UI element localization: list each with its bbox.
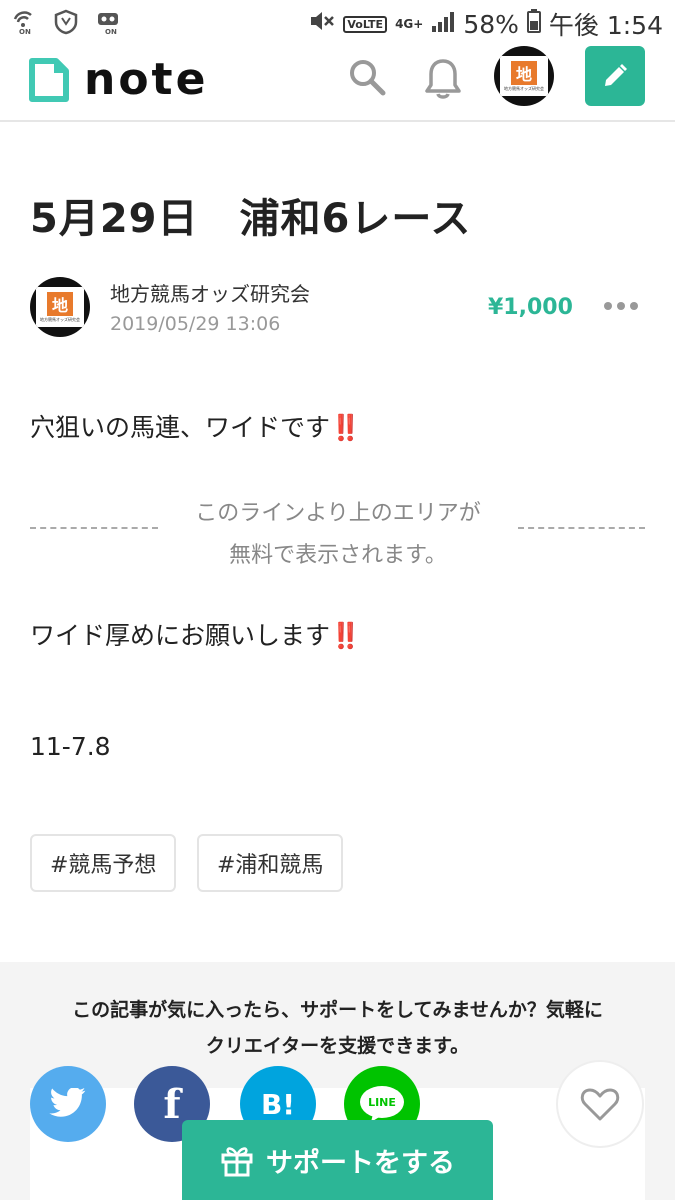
twitter-icon xyxy=(49,1088,86,1117)
hatena-bookmark-icon: B! xyxy=(260,1087,296,1121)
article-price: ¥1,000 xyxy=(488,295,573,320)
bell-icon[interactable] xyxy=(422,56,464,102)
mute-icon xyxy=(309,9,335,39)
support-button[interactable]: サポートをする xyxy=(182,1120,493,1200)
status-badge-2: ON xyxy=(105,28,117,35)
free-area-notice: このラインより上のエリアが 無料で表示されます。 xyxy=(160,493,516,577)
double-exclamation-icon: ‼️ xyxy=(330,621,362,650)
like-button[interactable] xyxy=(556,1060,644,1148)
article-title: 5月29日 浦和6レース xyxy=(30,196,472,242)
signal-icon xyxy=(431,10,455,39)
paragraph-1: 穴狙いの馬連、ワイドです‼️ xyxy=(30,408,361,444)
status-bar: ON ON VoLTE 4G+ 58% 午後 1:54 xyxy=(0,0,675,46)
paragraph-2-text: ワイド厚めにお願いします xyxy=(30,621,331,650)
support-message-line2: クリエイターを支援できます。 xyxy=(205,1035,470,1057)
shield-icon xyxy=(52,8,80,36)
free-area-divider-right xyxy=(518,527,645,529)
double-exclamation-icon: ‼️ xyxy=(330,413,362,442)
line-icon-label: LINE xyxy=(368,1096,396,1109)
avatar-subtext: 地方競馬オッズ研究会 xyxy=(504,85,544,91)
twitter-share-button[interactable] xyxy=(30,1066,106,1142)
status-left-icons: ON ON xyxy=(10,8,122,36)
paragraph-2: ワイド厚めにお願いします‼️ xyxy=(30,616,361,652)
status-right-icons: VoLTE 4G+ 58% 午後 1:54 xyxy=(309,6,663,42)
line-icon: LINE xyxy=(360,1086,404,1122)
free-area-notice-line2: 無料で表示されます。 xyxy=(229,543,447,568)
author-avatar[interactable]: 地 地方競馬オッズ研究会 xyxy=(30,277,90,337)
hashtag-1[interactable]: #競馬予想 xyxy=(30,834,177,892)
support-message-line1: この記事が気に入ったら、サポートをしてみませんか？気軽に xyxy=(72,999,603,1021)
author-avatar-char: 地 xyxy=(47,291,73,316)
battery-icon xyxy=(526,9,541,39)
author-avatar-subtext: 地方競馬オッズ研究会 xyxy=(40,316,80,322)
paragraph-1-text: 穴狙いの馬連、ワイドです xyxy=(30,413,331,442)
logo-text: note xyxy=(84,54,209,105)
user-avatar[interactable]: 地 地方競馬オッズ研究会 xyxy=(494,46,554,106)
author-name[interactable]: 地方競馬オッズ研究会 xyxy=(110,278,310,307)
pencil-icon xyxy=(605,64,627,86)
heart-icon xyxy=(580,1088,620,1121)
network-label: 4G+ xyxy=(395,17,424,31)
voicemail-icon: ON xyxy=(94,8,122,36)
app-header: note 地 地方競馬オッズ研究会 xyxy=(0,46,675,122)
publish-date: 2019/05/29 13:06 xyxy=(110,313,281,335)
free-area-divider-left xyxy=(30,527,158,529)
hashtag-2[interactable]: #浦和競馬 xyxy=(197,834,344,892)
write-button[interactable] xyxy=(585,46,645,106)
status-badge-1: ON xyxy=(19,28,31,35)
note-logo-icon xyxy=(29,57,69,102)
battery-percent: 58% xyxy=(463,9,519,39)
note-logo[interactable]: note xyxy=(28,54,208,105)
avatar-char: 地 xyxy=(511,60,537,85)
search-icon[interactable] xyxy=(346,56,388,98)
paragraph-3: 11-7.8 xyxy=(30,732,111,761)
wifi-calling-icon: ON xyxy=(10,8,38,36)
support-button-label: サポートをする xyxy=(266,1147,455,1179)
clock: 午後 1:54 xyxy=(548,11,663,40)
gift-icon xyxy=(221,1147,253,1177)
more-options-icon[interactable] xyxy=(604,294,640,318)
facebook-icon: f xyxy=(163,1080,181,1128)
free-area-notice-line1: このラインより上のエリアが xyxy=(195,501,481,526)
volte-badge: VoLTE xyxy=(343,15,388,33)
support-message: この記事が気に入ったら、サポートをしてみませんか？気軽に クリエイターを支援でき… xyxy=(0,992,675,1064)
